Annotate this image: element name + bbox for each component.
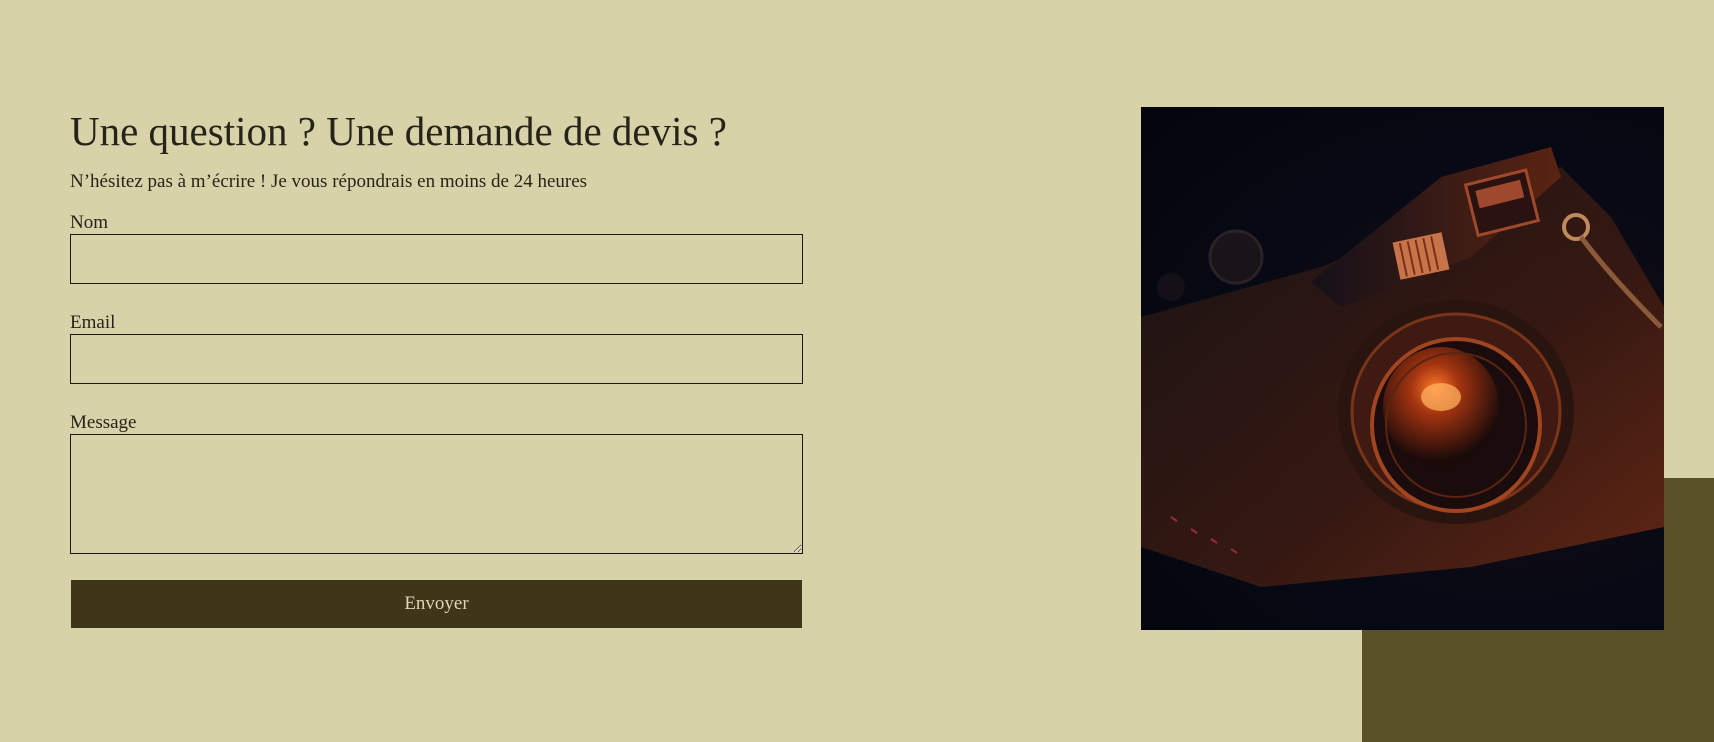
name-field[interactable] bbox=[70, 234, 803, 284]
page-title: Une question ? Une demande de devis ? bbox=[70, 108, 727, 154]
contact-section: Une question ? Une demande de devis ? N’… bbox=[70, 102, 803, 628]
contact-form: Nom Email Message Envoyer bbox=[70, 212, 803, 628]
message-group: Message bbox=[70, 412, 803, 554]
message-field[interactable] bbox=[70, 434, 803, 554]
email-group: Email bbox=[70, 312, 803, 384]
email-label: Email bbox=[70, 312, 116, 333]
submit-button[interactable]: Envoyer bbox=[71, 580, 802, 628]
name-group: Nom bbox=[70, 212, 803, 284]
name-label: Nom bbox=[70, 212, 108, 233]
page-subtitle: N’hésitez pas à m’écrire ! Je vous répon… bbox=[70, 171, 588, 192]
camera-photo bbox=[1141, 107, 1664, 630]
camera-illustration bbox=[1141, 147, 1664, 587]
email-field[interactable] bbox=[70, 334, 803, 384]
message-label: Message bbox=[70, 412, 137, 433]
